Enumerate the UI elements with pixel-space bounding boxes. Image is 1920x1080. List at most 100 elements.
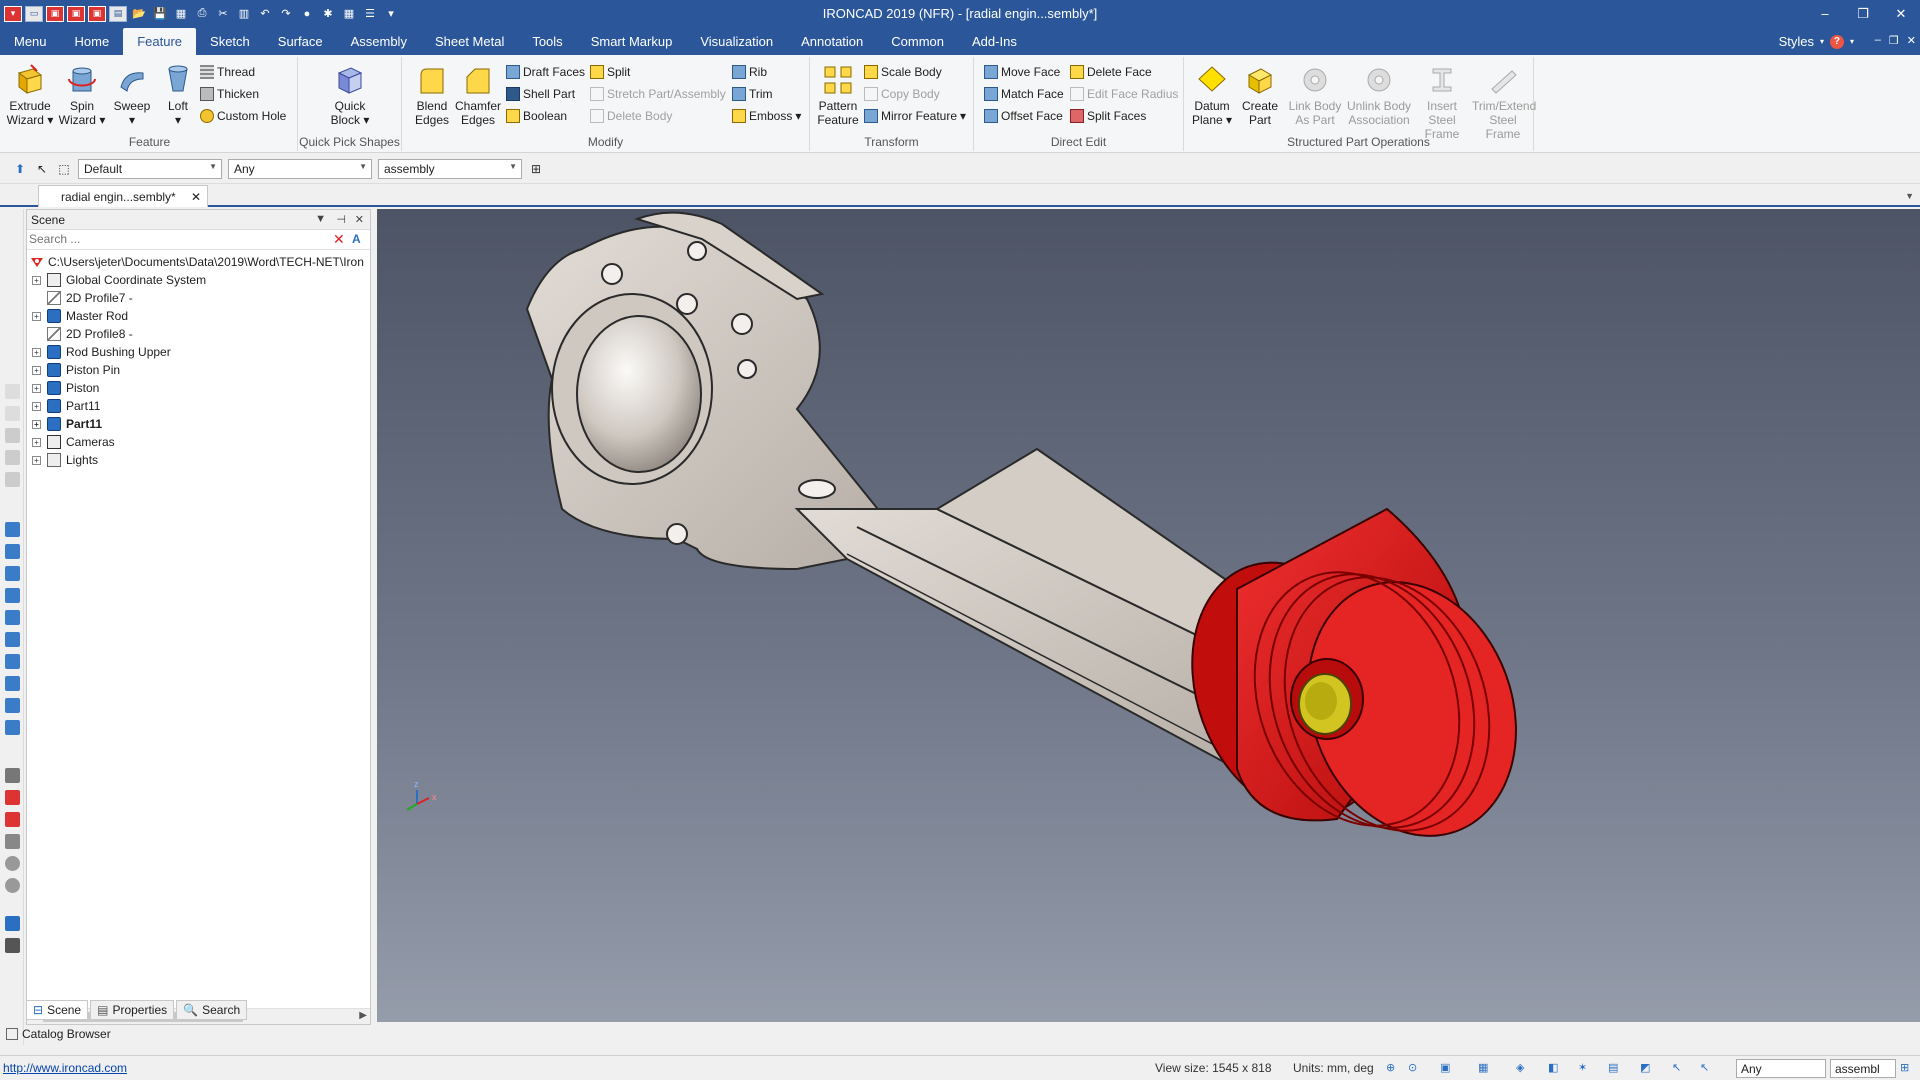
close-button[interactable]: ✕: [1882, 0, 1920, 27]
style-combo[interactable]: Default ▼: [78, 159, 222, 179]
open-folder-icon[interactable]: 📂: [130, 6, 148, 22]
tree-item[interactable]: + Part11: [27, 415, 370, 433]
angle-icon[interactable]: [5, 834, 20, 849]
tree-item[interactable]: 2D Profile7 -: [27, 289, 370, 307]
tool-icon[interactable]: [5, 812, 20, 827]
tool-icon[interactable]: [5, 406, 20, 421]
menu-icon[interactable]: ☰: [361, 6, 379, 22]
thicken-button[interactable]: Thicken: [200, 85, 259, 103]
hierarchy-icon[interactable]: ⊞: [1900, 1061, 1916, 1075]
tab-search[interactable]: 🔍 Search: [176, 1000, 248, 1020]
blend-edges-button[interactable]: Blend Edges: [408, 63, 456, 127]
expand-icon[interactable]: +: [32, 419, 41, 429]
split-faces-button[interactable]: Split Faces: [1070, 107, 1146, 125]
styles-menu[interactable]: Styles ▾ ? ▾: [1779, 34, 1854, 49]
expand-icon[interactable]: +: [32, 455, 41, 465]
tree-item[interactable]: + Cameras: [27, 433, 370, 451]
offset-face-button[interactable]: Offset Face: [984, 107, 1063, 125]
close-icon[interactable]: ✕: [355, 213, 364, 226]
cube-view-icon[interactable]: [5, 632, 20, 647]
tab-add-ins[interactable]: Add-Ins: [958, 27, 1031, 55]
new-drawing-icon[interactable]: ▣: [88, 5, 106, 22]
spin-wizard-button[interactable]: Spin Wizard ▾: [58, 63, 106, 127]
minimize-button[interactable]: –: [1806, 0, 1844, 27]
cube-view-icon[interactable]: [5, 566, 20, 581]
redo-icon[interactable]: ↷: [277, 6, 295, 22]
new-part-icon[interactable]: ▣: [67, 5, 85, 22]
tab-properties[interactable]: ▤ Properties: [90, 1000, 175, 1020]
expand-icon[interactable]: +: [32, 437, 41, 447]
new-template-icon[interactable]: ▤: [109, 5, 127, 22]
document-tab[interactable]: radial engin...sembly* ✕: [38, 185, 208, 207]
rib-button[interactable]: Rib: [732, 63, 767, 81]
cube-view-icon[interactable]: [5, 654, 20, 669]
tool-icon[interactable]: [5, 790, 20, 805]
cube-view-icon[interactable]: [5, 676, 20, 691]
pin-icon[interactable]: ⊣: [336, 213, 346, 226]
chevron-down-icon[interactable]: ▼: [315, 213, 326, 225]
app-menu-icon[interactable]: ▾: [4, 5, 22, 22]
zoom-window-icon[interactable]: ⊙: [1408, 1061, 1424, 1075]
layout-icon[interactable]: ▤: [1608, 1061, 1624, 1075]
cube-view-icon[interactable]: [5, 544, 20, 559]
tool-icon[interactable]: [5, 472, 20, 487]
cube-view-icon[interactable]: [5, 720, 20, 735]
tree-item[interactable]: + Piston Pin: [27, 361, 370, 379]
tool-icon[interactable]: [5, 938, 20, 953]
save-all-icon[interactable]: ▦: [172, 6, 190, 22]
scope-combo[interactable]: assembly ▼: [378, 159, 522, 179]
zoom-icon[interactable]: ⊕: [1386, 1061, 1402, 1075]
measure-icon[interactable]: [5, 768, 20, 783]
trim-button[interactable]: Trim: [732, 85, 773, 103]
catalog-browser[interactable]: Catalog Browser: [6, 1027, 111, 1041]
trim-steel-frame-button[interactable]: Trim/Extend Steel Frame: [1472, 63, 1536, 141]
tab-home[interactable]: Home: [61, 27, 124, 55]
status-scope-combo[interactable]: assembl: [1830, 1059, 1896, 1078]
maximize-button[interactable]: ❐: [1844, 0, 1882, 27]
tab-sketch[interactable]: Sketch: [196, 27, 264, 55]
render-icon[interactable]: ●: [298, 6, 316, 22]
pattern-feature-button[interactable]: Pattern Feature: [814, 63, 862, 127]
thread-button[interactable]: Thread: [200, 63, 255, 81]
expand-icon[interactable]: +: [32, 275, 41, 285]
tab-common[interactable]: Common: [877, 27, 958, 55]
match-face-button[interactable]: Match Face: [984, 85, 1064, 103]
expand-icon[interactable]: +: [32, 383, 41, 393]
quick-block-button[interactable]: Quick Block ▾: [326, 63, 374, 127]
doc-restore-icon[interactable]: ❐: [1889, 34, 1899, 47]
undo-icon[interactable]: ↶: [256, 6, 274, 22]
mirror-feature-button[interactable]: Mirror Feature ▾: [864, 107, 966, 125]
stretch-button[interactable]: Stretch Part/Assembly: [590, 85, 726, 103]
custom-hole-button[interactable]: Custom Hole: [200, 107, 286, 125]
hierarchy-icon[interactable]: ⊞: [528, 161, 544, 177]
expand-icon[interactable]: +: [32, 347, 41, 357]
draft-faces-button[interactable]: Draft Faces: [506, 63, 585, 81]
tab-smart-markup[interactable]: Smart Markup: [577, 27, 687, 55]
delete-face-button[interactable]: Delete Face: [1070, 63, 1152, 81]
cube-view-icon[interactable]: [5, 698, 20, 713]
split-button[interactable]: Split: [590, 63, 630, 81]
customize-qat-icon[interactable]: ▾: [382, 6, 400, 22]
cut-icon[interactable]: ✂: [214, 6, 232, 22]
filter-combo[interactable]: Any ▼: [228, 159, 372, 179]
doc-close-icon[interactable]: ✕: [1907, 34, 1916, 47]
tool-icon[interactable]: [5, 384, 20, 399]
orbit-icon[interactable]: [5, 878, 20, 893]
tab-menu[interactable]: Menu: [0, 27, 61, 55]
loft-button[interactable]: Loft ▾: [154, 63, 202, 127]
paste-icon[interactable]: ▥: [235, 6, 253, 22]
expand-icon[interactable]: +: [32, 365, 41, 375]
pointer-icon[interactable]: ↖: [1700, 1061, 1716, 1075]
delete-body-button[interactable]: Delete Body: [590, 107, 672, 125]
extrude-wizard-button[interactable]: Extrude Wizard ▾: [6, 63, 54, 127]
display-icon[interactable]: ◈: [1516, 1061, 1532, 1075]
new-file-icon[interactable]: ▭: [25, 5, 43, 22]
rotate-icon[interactable]: [5, 856, 20, 871]
tree-item[interactable]: + Global Coordinate System: [27, 271, 370, 289]
tree-item[interactable]: + Part11: [27, 397, 370, 415]
cube-view-icon[interactable]: [5, 610, 20, 625]
create-part-button[interactable]: Create Part: [1236, 63, 1284, 127]
tree-item[interactable]: + Piston: [27, 379, 370, 397]
tab-tools[interactable]: Tools: [518, 27, 576, 55]
tool-icon[interactable]: [5, 428, 20, 443]
